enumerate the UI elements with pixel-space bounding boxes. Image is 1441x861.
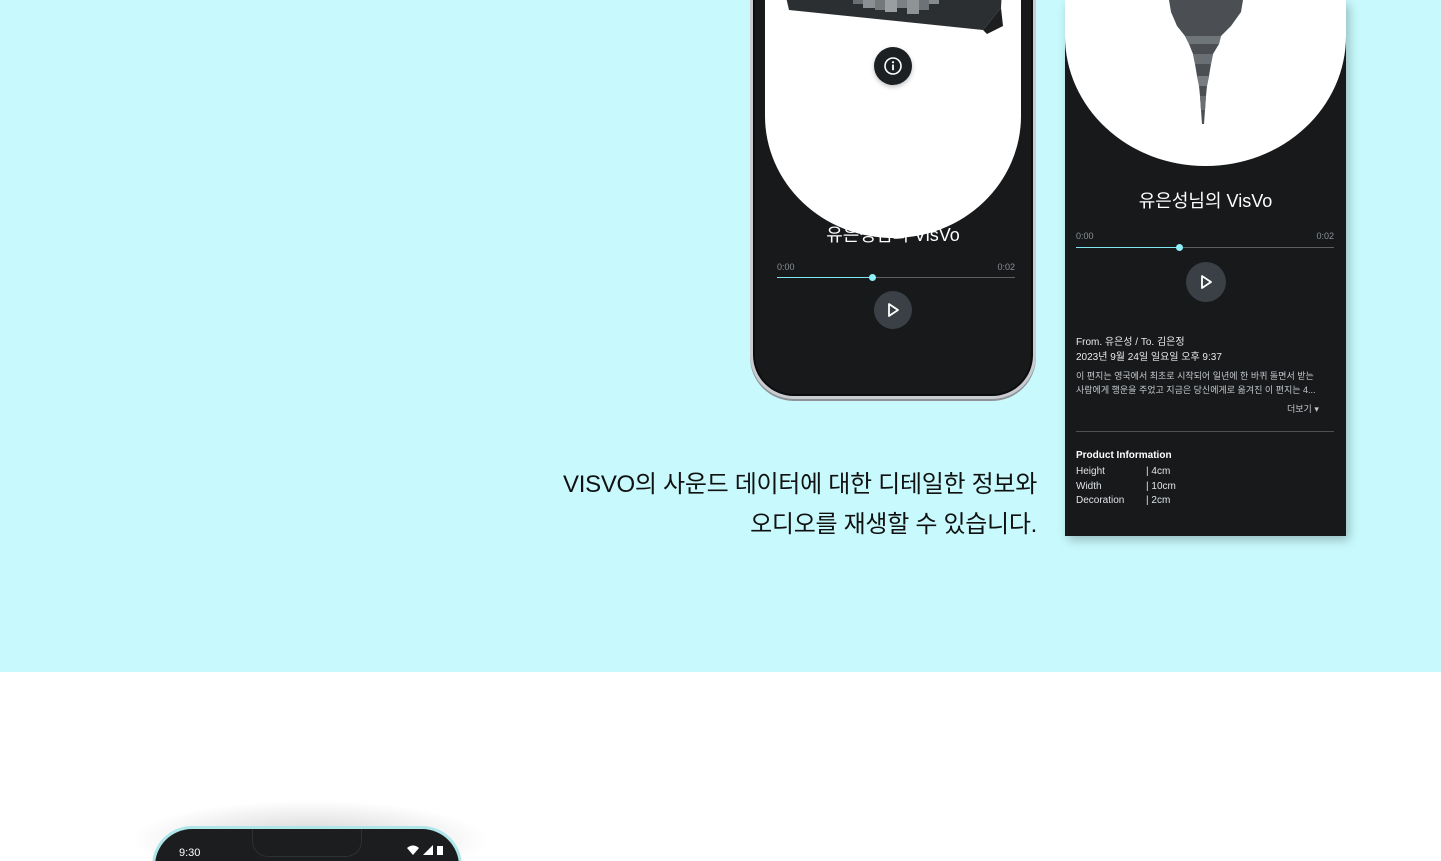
letter-description: 이 편지는 영국에서 최초로 시작되어 일년에 한 바퀴 돌면서 받는 사람에게… — [1076, 369, 1332, 397]
more-button[interactable]: 더보기 ▾ — [1287, 402, 1319, 415]
phone-screen: 유은성님의 VisVo 0:00 0:02 — [765, 0, 1021, 384]
playback-times: 0:00 0:02 — [777, 262, 1015, 272]
play-icon — [1201, 275, 1212, 289]
product-info-label: Height — [1076, 466, 1105, 477]
product-info-value: | 4cm — [1146, 466, 1171, 477]
description-line: 이 편지는 영국에서 최초로 시작되어 일년에 한 바퀴 돌면서 받는 — [1076, 371, 1314, 381]
info-button[interactable] — [874, 47, 912, 85]
time-end: 0:02 — [1316, 231, 1334, 241]
product-info-row: Height | 4cm — [1076, 466, 1170, 477]
product-info-label: Decoration — [1076, 495, 1125, 506]
product-info-value: | 10cm — [1146, 481, 1176, 492]
phone-mockup: 유은성님의 VisVo 0:00 0:02 — [750, 0, 1036, 399]
visvo-title: 유은성님의 VisVo — [826, 225, 960, 245]
progress-fill — [1076, 247, 1180, 248]
wifi-icon — [407, 845, 419, 855]
progress-fill — [777, 277, 873, 278]
status-icons — [407, 845, 443, 855]
sound-sculpture-image — [1169, 0, 1243, 124]
product-info-row: Decoration | 2cm — [1076, 495, 1170, 506]
visvo-object-stage — [1065, 0, 1346, 166]
time-start: 0:00 — [1076, 231, 1094, 241]
description-line: 사람에게 행운을 주었고 지금은 당신에게로 옮겨진 이 편지는 4... — [1076, 385, 1316, 395]
progress-handle[interactable] — [1175, 244, 1183, 251]
play-button[interactable] — [874, 291, 912, 329]
product-info-value: | 2cm — [1146, 495, 1171, 506]
product-info-title: Product Information — [1076, 450, 1172, 461]
visvo-detail-card: 유은성님의 VisVo 0:00 0:02 From. 유은성 / To. 김은… — [1065, 0, 1346, 536]
audio-progress-slider[interactable] — [1076, 244, 1334, 251]
sender-recipient: From. 유은성 / To. 김은정 — [1076, 337, 1185, 348]
feature-section: 유은성님의 VisVo 0:00 0:02 유은성님의 VisVo 0:00 0… — [0, 0, 1441, 672]
progress-handle[interactable] — [868, 274, 876, 281]
divider — [1076, 431, 1334, 432]
playback-times: 0:00 0:02 — [1076, 231, 1334, 241]
play-button[interactable] — [1186, 262, 1226, 302]
info-icon — [884, 57, 902, 75]
phone-notch — [252, 829, 362, 857]
product-info-label: Width — [1076, 481, 1102, 492]
phone-mockup-bottom: 9:30 — [152, 826, 462, 861]
product-info-row: Width | 10cm — [1076, 481, 1176, 492]
caption-line: 오디오를 재생할 수 있습니다. — [750, 511, 1037, 538]
visvo-title: 유은성님의 VisVo — [1138, 191, 1273, 211]
time-start: 0:00 — [777, 262, 795, 272]
battery-icon — [437, 846, 443, 855]
time-end: 0:02 — [997, 262, 1015, 272]
signal-icon — [423, 845, 433, 855]
play-icon — [888, 303, 899, 317]
audio-progress-slider[interactable] — [777, 274, 1015, 281]
sent-date: 2023년 9월 24일 일요일 오후 9:37 — [1076, 352, 1222, 363]
visvo-object-stage — [765, 0, 1021, 238]
caption-line: VISVO의 사운드 데이터에 대한 디테일한 정보와 — [563, 471, 1037, 498]
feature-caption: VISVO의 사운드 데이터에 대한 디테일한 정보와 오디오를 재생할 수 있… — [563, 465, 1037, 545]
status-time: 9:30 — [179, 847, 201, 859]
